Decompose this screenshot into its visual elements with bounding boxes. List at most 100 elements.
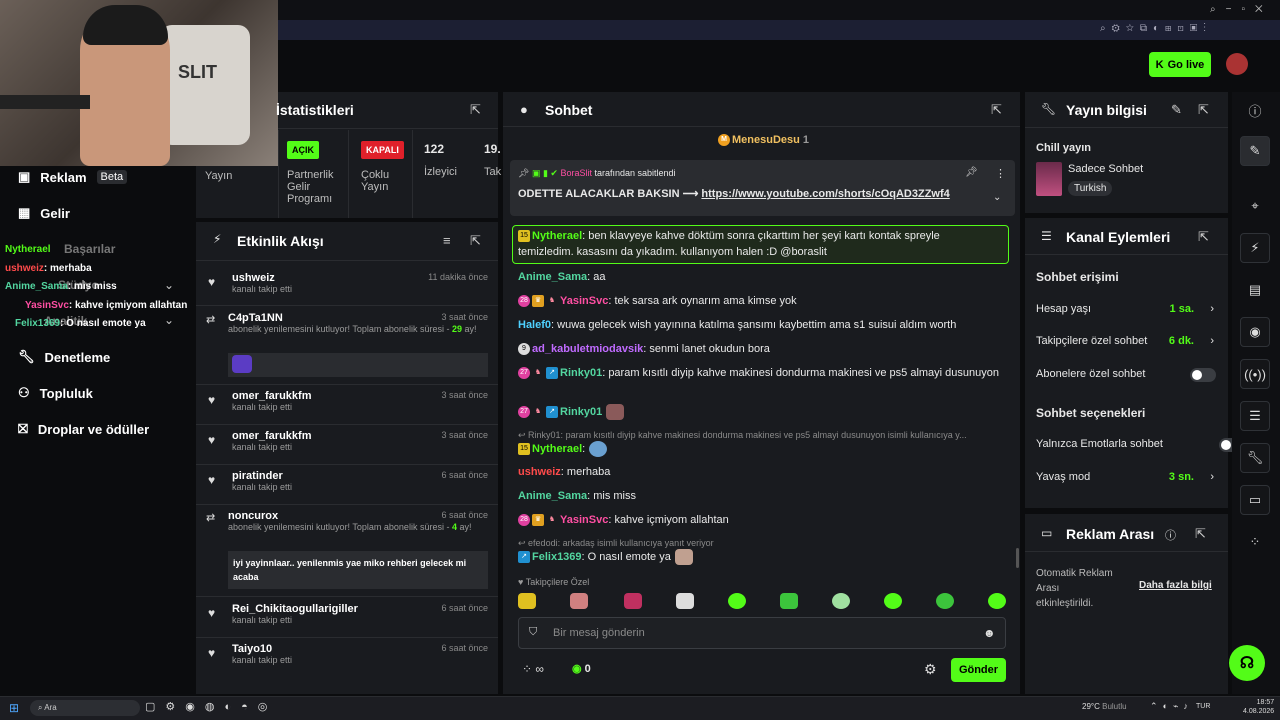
sidebar-item-topluluk[interactable]: ⚇ Topluluk — [18, 385, 93, 401]
chat-input[interactable]: ⛉ Bir mesaj gönderin ☻ — [518, 617, 1006, 649]
emote-message-box — [228, 353, 488, 377]
pinned-message[interactable]: 📌︎ ▣ ▮ ✔ BoraSlit tarafından sabitlendi … — [510, 160, 1015, 216]
stat-partner-label: Partnerlik Gelir Programı — [287, 169, 334, 205]
chevron-down-icon[interactable]: ⌄ — [164, 313, 174, 327]
popout-icon[interactable]: ⇱ — [470, 233, 481, 249]
channel-points[interactable]: ⁘ ∞ — [522, 662, 544, 676]
actions-icon[interactable]: ☰ — [1240, 401, 1270, 431]
emoji-icon[interactable]: ☻ — [983, 626, 996, 640]
overlay-chat-line: Felix1369: O nasıl emote ya — [15, 318, 146, 329]
chat-message: 9 ad_kabuletmiodavsik: senmi lanet okudun… — [518, 341, 1008, 357]
emote-only-label: Yalnızca Emotlarla sohbet — [1036, 438, 1163, 450]
emote-image[interactable] — [518, 593, 536, 609]
account-age-row[interactable]: Hesap yaşı 1 sa. › — [1036, 303, 1218, 315]
stat-multi-label: Çoklu Yayın — [361, 169, 390, 193]
more-icon[interactable]: ⁘ — [1240, 527, 1270, 557]
activity-item: ♥ Rei_Chikitaogullarigiller kanalı takip … — [208, 603, 488, 625]
popout-icon[interactable]: ⇱ — [1195, 526, 1206, 542]
window-icon[interactable]: ▭ — [1240, 485, 1270, 515]
chat-message: ↗ Felix1369: O nasıl emote ya — [518, 549, 1008, 566]
emote-image[interactable] — [728, 593, 746, 609]
popout-icon[interactable]: ⇱ — [1198, 229, 1209, 245]
popout-icon[interactable]: ⇱ — [991, 102, 1002, 118]
activity-item: ⇄ C4pTa1NN abonelik yenilemesini kutluyor… — [198, 312, 496, 377]
emote-image[interactable] — [780, 593, 798, 609]
taskbar-search[interactable]: ⌕ Ara — [30, 700, 140, 716]
ad-break-title: Reklam Arası — [1066, 526, 1155, 542]
pinned-link: https://www.youtube.com/shorts/cOqAD3ZZw… — [701, 188, 950, 200]
popout-icon[interactable]: ⇱ — [1198, 102, 1209, 118]
language-indicator[interactable]: TUR — [1196, 703, 1210, 710]
divider — [278, 130, 279, 218]
activity-item: ♥ Taiyo10 kanalı takip etti 6 saat önce — [208, 643, 488, 665]
divider — [196, 305, 498, 306]
windows-start-icon[interactable]: ⊞ — [9, 701, 19, 715]
emote-image[interactable] — [570, 593, 588, 609]
divider — [196, 637, 498, 638]
wrench-icon[interactable]: 🔧︎ — [1240, 443, 1270, 473]
divider — [196, 464, 498, 465]
edit-icon[interactable]: ✎ — [1171, 102, 1182, 118]
category-thumbnail[interactable] — [1036, 162, 1062, 196]
sidebar-item-denetleme[interactable]: 🔧︎ Denetleme — [18, 349, 110, 365]
avatar[interactable] — [1226, 53, 1248, 75]
gear-icon[interactable]: ⚙ — [924, 661, 937, 678]
chat-icon[interactable]: ◉ — [1240, 317, 1270, 347]
info-icon[interactable]: ⓘ — [1165, 527, 1176, 543]
sidebar-item-gelir[interactable]: ▦ Gelir — [18, 205, 70, 221]
info-icon[interactable]: ⓘ — [1240, 95, 1270, 125]
taskbar-apps[interactable]: ▢⚙◉◍◐◓◎ — [145, 700, 277, 713]
broadcast-icon[interactable]: ((•)) — [1240, 359, 1270, 389]
category-name[interactable]: Sadece Sohbet — [1068, 163, 1143, 175]
chat-message: 15 Nytherael: ben klavyeye kahve döktüm s… — [518, 230, 940, 258]
support-chat-button[interactable]: ☊ — [1229, 645, 1265, 681]
emote-image[interactable] — [832, 593, 850, 609]
lightning-icon[interactable]: ⚡︎ — [1240, 233, 1270, 263]
emote-image[interactable] — [884, 593, 902, 609]
sidebar-item-droplar[interactable]: ⛝ Droplar ve ödüller — [18, 421, 149, 437]
top-gifter[interactable]: M MenesuDesu 1 — [718, 134, 809, 147]
sidebar-item-reklam[interactable]: ▣ Reklam Beta — [18, 169, 128, 185]
slow-mode-row[interactable]: Yavaş mod 3 sn. › — [1036, 471, 1218, 483]
crosshair-icon[interactable]: ⌖ — [1240, 191, 1270, 221]
subs-chat-toggle[interactable] — [1190, 368, 1216, 382]
overlay-chat-line: Anime_Sama: mis miss — [5, 281, 117, 292]
sidebar-item-basarilar[interactable]: Başarılar — [64, 242, 115, 256]
emote-image[interactable] — [988, 593, 1006, 609]
overlay-chat-line: ushweiz: merhaba — [5, 263, 92, 274]
chat-title: Sohbet — [545, 102, 593, 118]
chevron-down-icon[interactable]: ⌄ — [993, 192, 1001, 203]
emote-image — [606, 404, 625, 421]
chat-message: 27 ♞ ↗ Rinky01 — [518, 404, 1008, 421]
divider — [196, 260, 498, 261]
notes-icon[interactable]: ▤ — [1240, 275, 1270, 305]
send-button[interactable]: Gönder — [951, 658, 1006, 682]
extension-icons[interactable]: ⌕⚙☆⧉◐⊞⊡▣⋮ — [1100, 23, 1212, 34]
unpin-icon[interactable]: 📌︎ — [965, 167, 978, 178]
edit-icon[interactable]: ✎ — [1240, 136, 1270, 166]
activity-title: Etkinlik Akışı — [237, 233, 324, 249]
followers-chat-row[interactable]: Takipçilere özel sohbet 6 dk. › — [1036, 335, 1218, 347]
chat-scrollbar[interactable] — [1016, 548, 1019, 568]
kick-points[interactable]: ◉ 0 — [572, 662, 591, 675]
divider — [196, 384, 498, 385]
clock[interactable]: 18:57 4.08.2026 — [1243, 698, 1274, 716]
weather-widget[interactable]: 29°C Bulutlu — [1082, 702, 1127, 711]
emote-image[interactable] — [936, 593, 954, 609]
window-controls[interactable]: ⌕−▫✕ — [1210, 4, 1273, 15]
viewer-label: İzleyici — [424, 166, 458, 178]
learn-more-link[interactable]: Daha fazla bilgi — [1139, 580, 1212, 591]
filter-icon[interactable]: ≡ — [443, 233, 451, 248]
access-title: Sohbet erişimi — [1036, 270, 1119, 284]
chevron-down-icon[interactable]: ⌄ — [164, 278, 174, 292]
tray-icons[interactable]: ⌃◐⌁♪ — [1150, 701, 1193, 712]
community-icon: ⚇ — [18, 385, 30, 400]
popout-icon[interactable]: ⇱ — [470, 102, 481, 118]
emote-image[interactable] — [676, 593, 694, 609]
go-live-button[interactable]: K Go live — [1149, 52, 1211, 77]
overlay-chat-line: YasinSvc: kahve içmiyom allahtan — [25, 300, 188, 311]
emote-image[interactable] — [624, 593, 642, 609]
more-icon[interactable]: ⋮ — [995, 167, 1006, 180]
chevron-right-icon: › — [1210, 471, 1214, 483]
chat-message: ushweiz: merhaba — [518, 466, 611, 478]
